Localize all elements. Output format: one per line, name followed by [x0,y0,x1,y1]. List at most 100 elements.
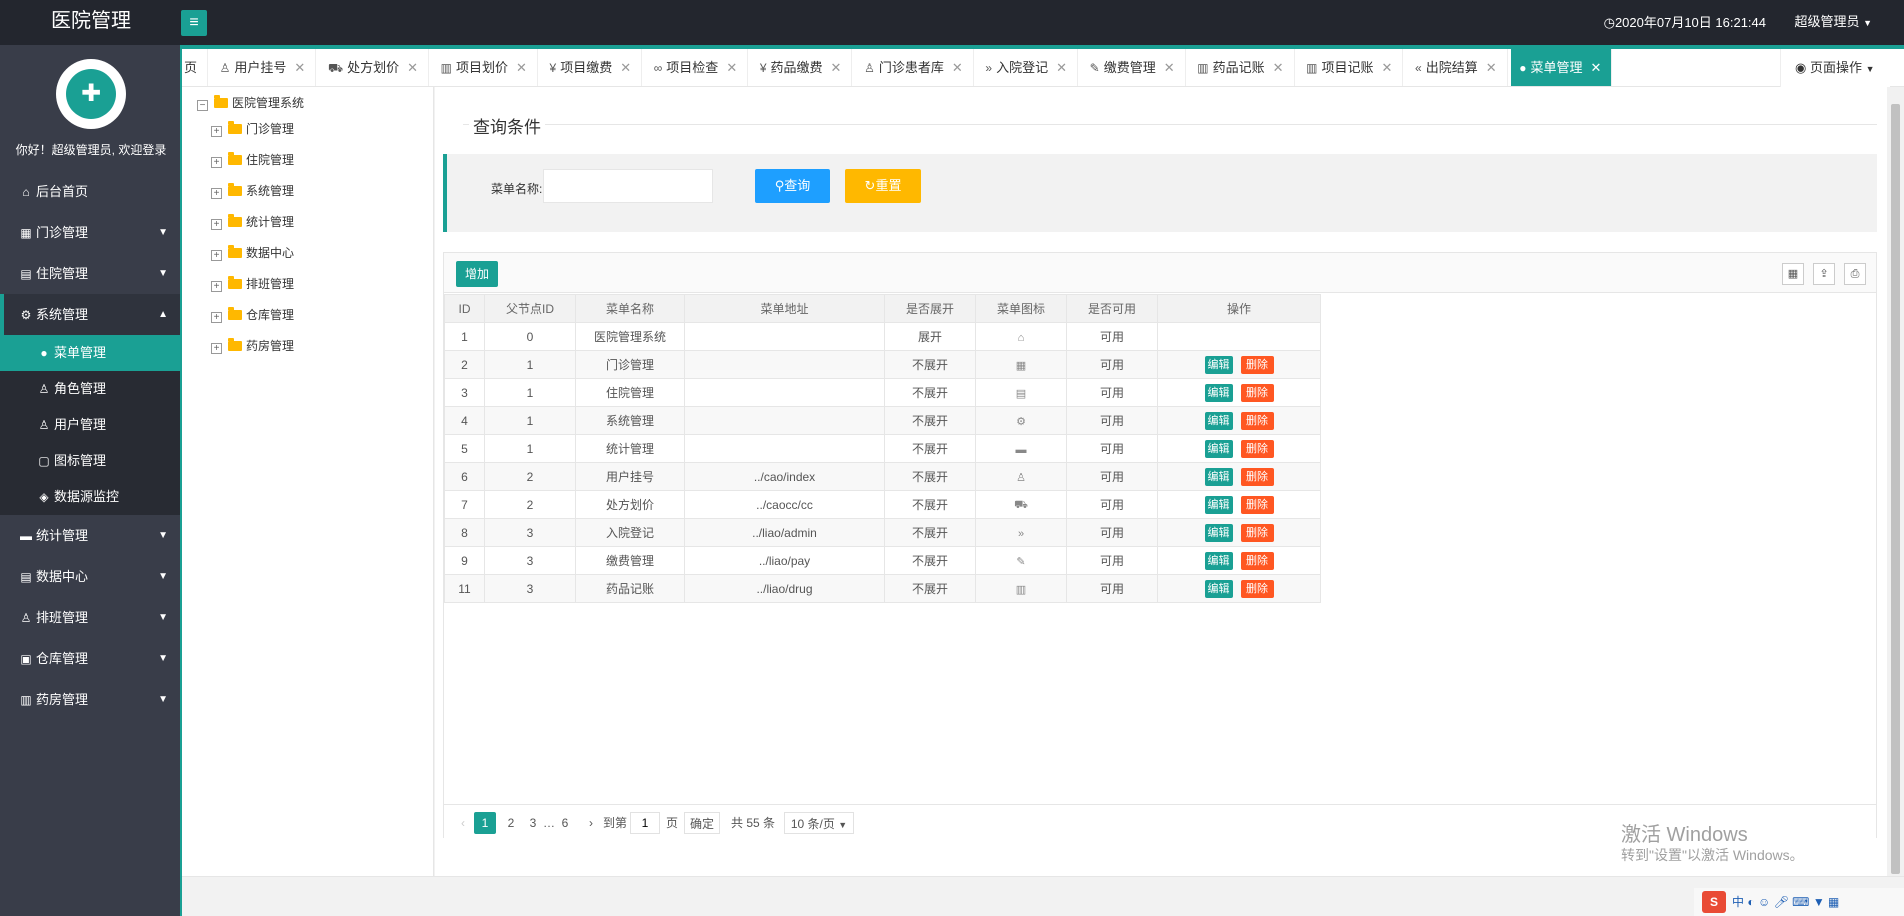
column-header[interactable]: 菜单地址 [684,294,885,323]
plus-icon[interactable]: + [211,219,222,230]
export-icon[interactable]: ⇪ [1813,263,1835,285]
edit-button[interactable]: 编辑 [1204,411,1233,430]
column-header[interactable]: 操作 [1157,294,1321,323]
edit-button[interactable]: 编辑 [1204,467,1233,486]
delete-button[interactable]: 删除 [1240,523,1274,542]
delete-button[interactable]: 删除 [1240,495,1274,514]
table-row[interactable]: 6 2 用户挂号 ../cao/index 不展开 ♙ 可用 编辑 删除 [444,462,1321,491]
user-menu[interactable]: 超级管理员 ▼ [1794,0,1872,45]
plus-icon[interactable]: + [211,281,222,292]
sidebar-item-outpatient[interactable]: ▦ 门诊管理 ▼ [0,212,180,253]
delete-button[interactable]: 删除 [1240,411,1274,430]
sidebar-item-statistics[interactable]: ▬ 统计管理 ▼ [0,515,180,556]
close-icon[interactable]: ✕ [1591,60,1602,75]
edit-button[interactable]: 编辑 [1204,523,1233,542]
page-1[interactable]: 1 [474,812,496,834]
column-header[interactable]: 是否展开 [884,294,976,323]
close-icon[interactable]: ✕ [952,60,963,75]
tab-home-partial[interactable]: 页 [182,49,209,86]
table-row[interactable]: 11 3 药品记账 ../liao/drug 不展开 ▥ 可用 编辑 删除 [444,574,1321,603]
sogou-logo-icon[interactable]: S [1702,891,1726,913]
smile-icon[interactable]: ☺ [1758,895,1770,909]
page-size-select[interactable]: 10 条/页 ▼ [784,812,854,834]
tree-node[interactable]: + 排班管理 [211,274,294,294]
sidebar-item-pharmacy[interactable]: ▥ 药房管理 ▼ [0,679,180,720]
close-icon[interactable]: ✕ [1056,60,1067,75]
close-icon[interactable]: ✕ [1381,60,1392,75]
moon-icon[interactable]: ◐ [1747,895,1754,909]
page-operations-dropdown[interactable]: ◉ 页面操作 ▼ [1780,49,1890,87]
close-icon[interactable]: ✕ [516,60,527,75]
table-row[interactable]: 8 3 入院登记 ../liao/admin 不展开 » 可用 编辑 删除 [444,518,1321,547]
sidebar-item-datacenter[interactable]: ▤ 数据中心 ▼ [0,556,180,597]
tab-admission[interactable]: » 入院登记 ✕ [977,49,1078,86]
prev-page-icon[interactable]: ‹ [452,812,474,834]
close-icon[interactable]: ✕ [407,60,418,75]
sidebar-item-schedule[interactable]: ♙ 排班管理 ▼ [0,597,180,638]
close-icon[interactable]: ✕ [1273,60,1284,75]
page-6[interactable]: 6 [554,812,576,834]
tree-node[interactable]: + 药房管理 [211,336,294,356]
close-icon[interactable]: ✕ [1486,60,1497,75]
ime-mode[interactable]: 中 [1732,895,1744,909]
tab-registration[interactable]: ♙ 用户挂号 ✕ [212,49,317,86]
menu-name-input[interactable] [543,169,713,203]
table-row[interactable]: 3 1 住院管理 不展开 ▤ 可用 编辑 删除 [444,378,1321,407]
tab-prescription-pricing[interactable]: ⛟ 处方划价 ✕ [320,49,429,86]
edit-button[interactable]: 编辑 [1204,551,1233,570]
tree-node-root[interactable]: − 医院管理系统 [197,93,304,113]
delete-button[interactable]: 删除 [1240,383,1274,402]
edit-button[interactable]: 编辑 [1204,355,1233,374]
grid-icon[interactable]: ▦ [1828,895,1839,909]
hamburger-icon[interactable]: ≡ [181,10,207,36]
sidebar-item-system[interactable]: ⚙ 系统管理 ▲ [0,294,180,335]
mic-icon[interactable]: 🎤︎ [1774,895,1789,909]
sidebar-item-inpatient[interactable]: ▤ 住院管理 ▼ [0,253,180,294]
tree-node[interactable]: + 系统管理 [211,181,294,201]
tab-item-accounting[interactable]: ▥ 项目记账 ✕ [1298,49,1404,86]
reset-button[interactable]: ↻重置 [845,169,921,203]
plus-icon[interactable]: + [211,126,222,137]
table-row[interactable]: 1 0 医院管理系统 展开 ⌂ 可用 [444,322,1321,351]
page-2[interactable]: 2 [500,812,522,834]
tab-drug-accounting[interactable]: ▥ 药品记账 ✕ [1189,49,1295,86]
plus-icon[interactable]: + [211,312,222,323]
next-page-icon[interactable]: › [580,812,602,834]
edit-button[interactable]: 编辑 [1204,495,1233,514]
edit-button[interactable]: 编辑 [1204,383,1233,402]
columns-icon[interactable]: ▦ [1782,263,1804,285]
tab-item-pricing[interactable]: ▥ 项目划价 ✕ [433,49,538,86]
plus-icon[interactable]: + [211,188,222,199]
table-row[interactable]: 7 2 处方划价 ../caocc/cc 不展开 ⛟ 可用 编辑 删除 [444,490,1321,519]
tab-outpatient-library[interactable]: ♙ 门诊患者库 ✕ [856,49,974,86]
table-row[interactable]: 4 1 系统管理 不展开 ⚙ 可用 编辑 删除 [444,406,1321,435]
delete-button[interactable]: 删除 [1240,551,1274,570]
column-header[interactable]: 菜单名称 [575,294,685,323]
plus-icon[interactable]: + [211,343,222,354]
close-icon[interactable]: ✕ [1164,60,1175,75]
tree-node[interactable]: + 仓库管理 [211,305,294,325]
edit-button[interactable]: 编辑 [1204,579,1233,598]
add-button[interactable]: 增加 [456,261,498,287]
sidebar-item-home[interactable]: ⌂ 后台首页 [0,171,180,212]
tree-node[interactable]: + 统计管理 [211,212,294,232]
close-icon[interactable]: ✕ [620,60,631,75]
tree-node[interactable]: + 门诊管理 [211,119,294,139]
column-header[interactable]: 菜单图标 [975,294,1067,323]
tab-payment-management[interactable]: ✎ 缴费管理 ✕ [1082,49,1186,86]
delete-button[interactable]: 删除 [1240,579,1274,598]
table-row[interactable]: 5 1 统计管理 不展开 ▬ 可用 编辑 删除 [444,434,1321,463]
search-button[interactable]: ⚲查询 [755,169,830,203]
plus-icon[interactable]: + [211,157,222,168]
tab-drug-payment[interactable]: ¥ 药品缴费 ✕ [752,49,853,86]
scrollbar-thumb[interactable] [1891,104,1900,874]
close-icon[interactable]: ✕ [831,60,842,75]
plus-icon[interactable]: + [211,250,222,261]
sidebar-subitem-icon[interactable]: ▢ 图标管理 [0,443,180,479]
delete-button[interactable]: 删除 [1240,355,1274,374]
tab-item-check[interactable]: ∞ 项目检查 ✕ [646,49,749,86]
delete-button[interactable]: 删除 [1240,467,1274,486]
goto-page-input[interactable] [630,812,660,834]
print-icon[interactable]: ⎙ [1844,263,1866,285]
edit-button[interactable]: 编辑 [1204,439,1233,458]
